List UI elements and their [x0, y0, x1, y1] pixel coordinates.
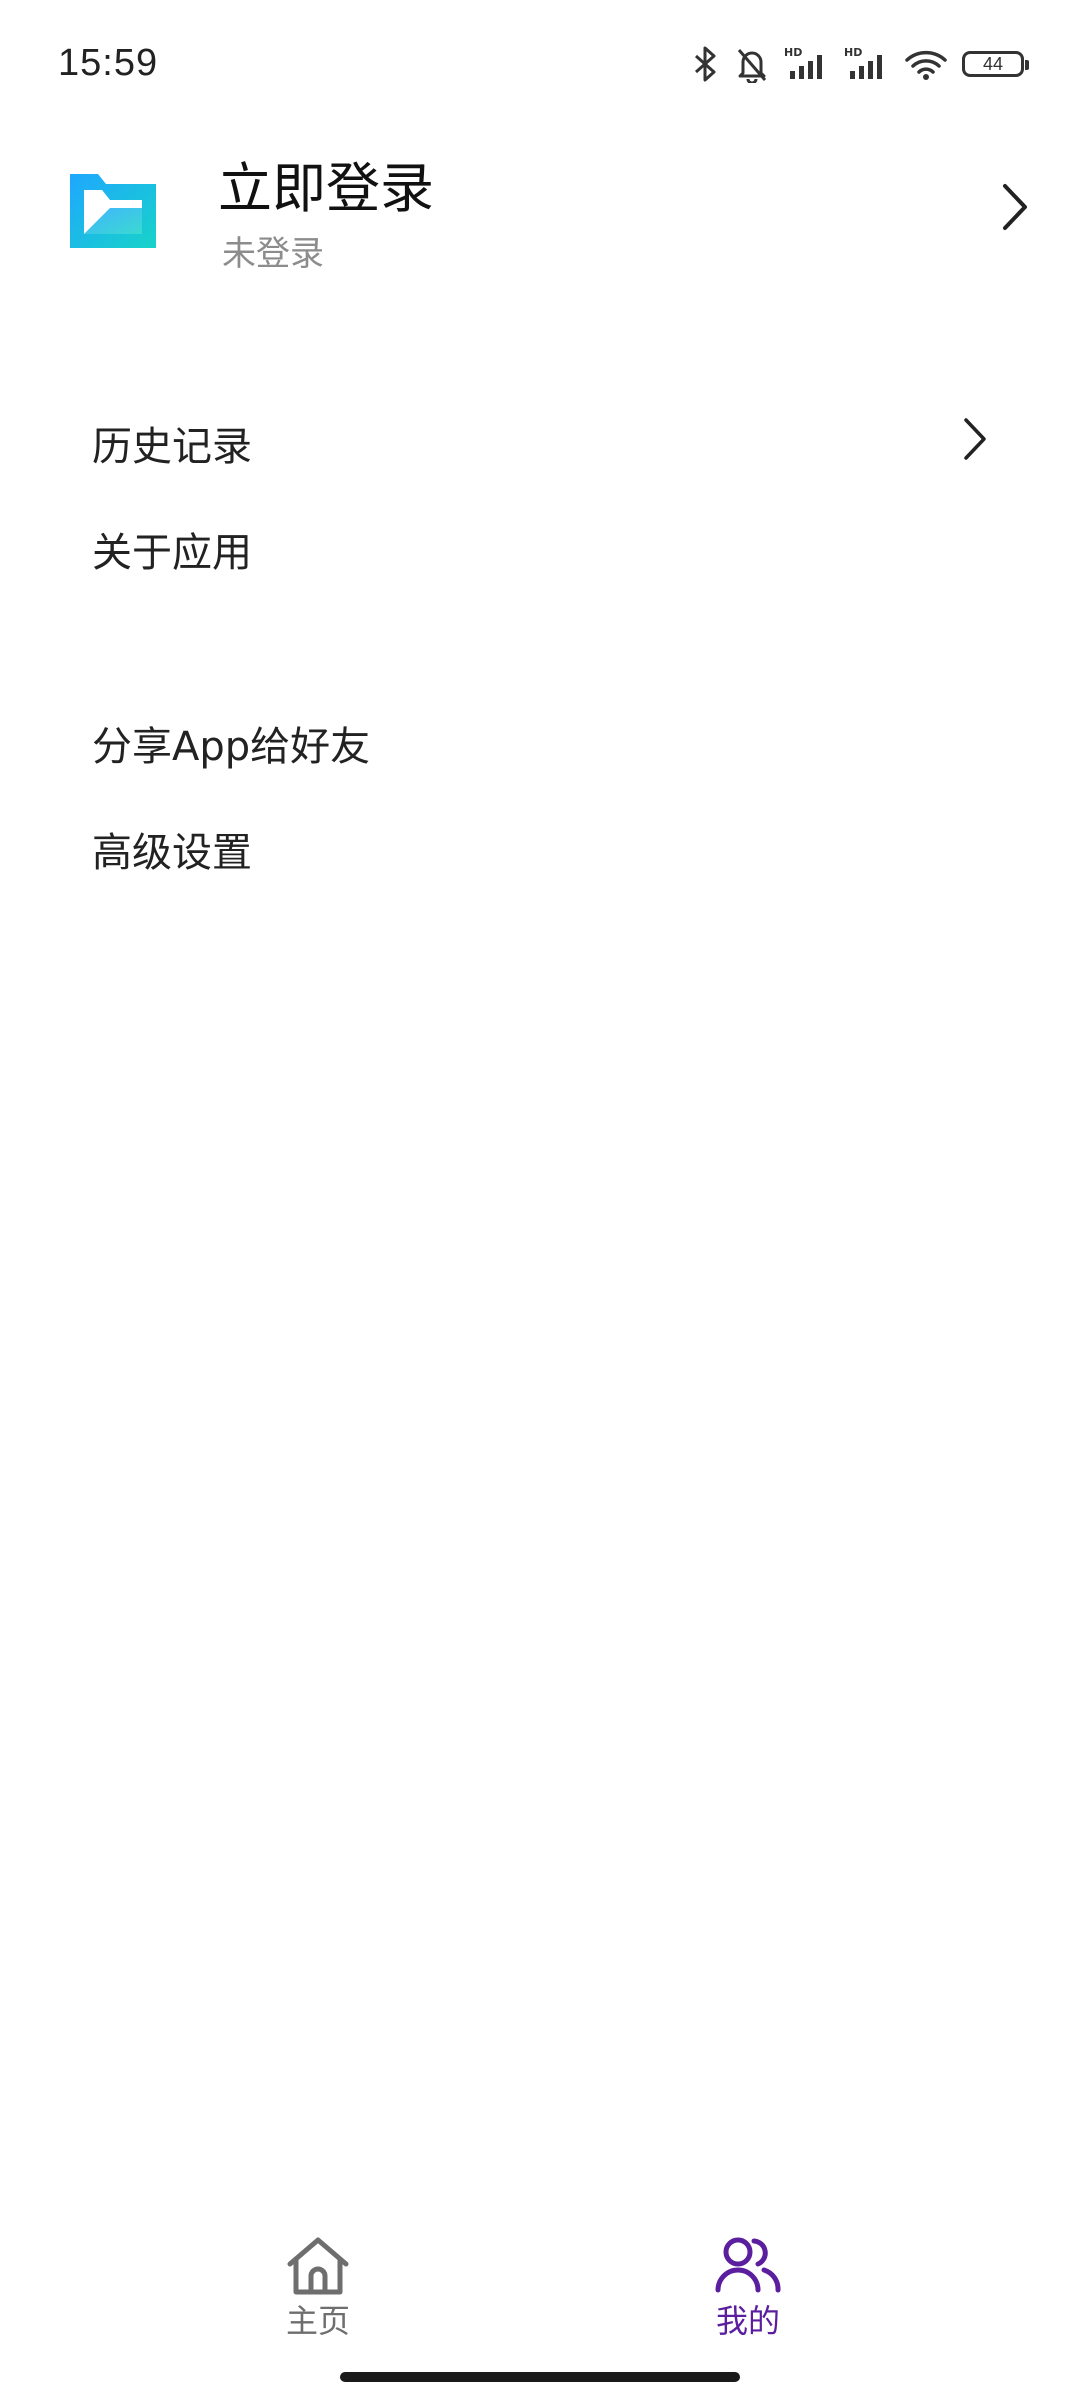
- battery-icon: 44: [962, 51, 1029, 77]
- chevron-right-icon: [1003, 184, 1027, 230]
- bluetooth-icon: [695, 46, 716, 82]
- menu-item-advanced-settings[interactable]: 高级设置: [0, 796, 1080, 896]
- mute-bell-icon: [737, 49, 767, 83]
- login-title: 立即登录: [218, 157, 434, 220]
- tab-mine[interactable]: 我的: [648, 2200, 848, 2340]
- login-profile-row[interactable]: 立即登录 未登录: [0, 140, 1080, 300]
- bottom-tab-bar: 主页 我的: [0, 2200, 1080, 2340]
- tab-home[interactable]: 主页: [218, 2200, 418, 2340]
- status-icons: HD HD 44: [690, 44, 1029, 84]
- signal-hd-icon: HD: [784, 46, 822, 79]
- menu-item-share[interactable]: 分享App给好友: [0, 690, 1080, 790]
- battery-level: 44: [982, 53, 1004, 74]
- app-logo-icon: [70, 174, 156, 248]
- menu-item-history[interactable]: 历史记录: [0, 390, 1080, 490]
- status-bar: 15:59 HD HD 44: [0, 0, 1080, 130]
- status-time: 15:59: [58, 42, 159, 84]
- svg-text:HD: HD: [784, 46, 802, 59]
- chevron-right-icon: [964, 418, 986, 460]
- menu-label-history: 历史记录: [92, 424, 252, 470]
- menu-label-about: 关于应用: [92, 530, 252, 576]
- menu-label-share: 分享App给好友: [92, 724, 371, 770]
- tab-label-mine: 我的: [715, 2302, 780, 2340]
- wifi-icon: [905, 50, 947, 80]
- svg-text:HD: HD: [844, 46, 862, 59]
- users-icon: [715, 2237, 781, 2293]
- signal-hd-icon: HD: [844, 46, 882, 79]
- menu-label-advanced-settings: 高级设置: [92, 830, 252, 876]
- tab-label-home: 主页: [285, 2302, 350, 2340]
- menu-item-about[interactable]: 关于应用: [0, 496, 1080, 596]
- login-status-text: 未登录: [222, 234, 324, 274]
- home-icon: [287, 2237, 349, 2295]
- home-indicator[interactable]: [340, 2372, 740, 2382]
